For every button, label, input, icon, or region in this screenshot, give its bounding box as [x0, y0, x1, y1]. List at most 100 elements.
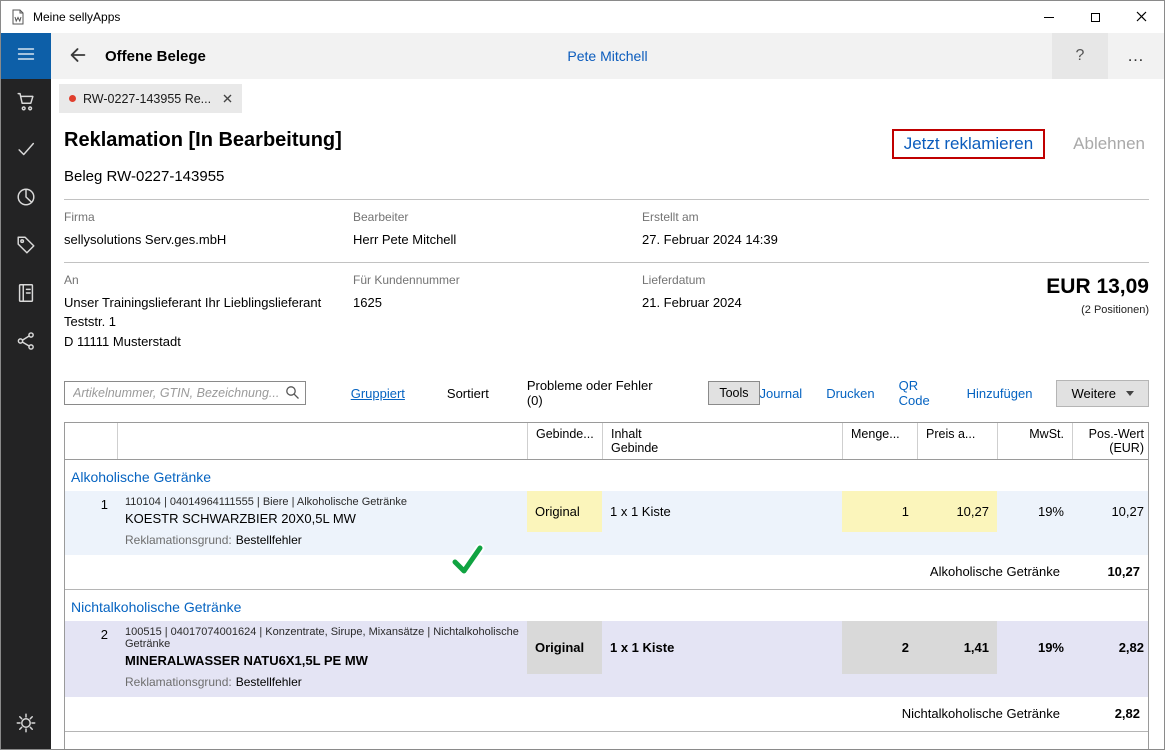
- tab-close-icon[interactable]: [223, 94, 232, 103]
- document-header: Reklamation [In Bearbeitung] Jetzt rekla…: [64, 129, 1149, 159]
- sidebar-item-pricing[interactable]: [1, 223, 51, 271]
- preis-cell[interactable]: 10,27: [917, 491, 997, 532]
- row-number: 1: [65, 491, 117, 532]
- user-name[interactable]: Pete Mitchell: [567, 48, 647, 64]
- tag-icon: [15, 234, 37, 261]
- info-kundennummer: Für Kundennummer 1625: [353, 273, 642, 352]
- close-button[interactable]: [1118, 1, 1164, 33]
- table-row[interactable]: 1 110104 | 04014964111555 | Biere | Alko…: [65, 491, 1148, 532]
- firma-label: Firma: [64, 210, 353, 224]
- help-button[interactable]: ?: [1052, 33, 1108, 79]
- grund-label: Reklamationsgrund:: [125, 533, 232, 547]
- lieferdatum-value: 21. Februar 2024: [642, 293, 1046, 313]
- cart-icon: [15, 90, 37, 117]
- info-erstellt: Erstellt am 27. Februar 2024 14:39: [642, 210, 1149, 250]
- sidebar-item-share[interactable]: [1, 319, 51, 367]
- erstellt-label: Erstellt am: [642, 210, 1149, 224]
- back-arrow-icon: [67, 44, 89, 69]
- header-inhalt[interactable]: InhaltGebinde: [602, 423, 842, 459]
- kundennummer-value: 1625: [353, 293, 642, 313]
- firma-value: sellysolutions Serv.ges.mbH: [64, 230, 353, 250]
- article-name: MINERALWASSER NATU6X1,5L PE MW: [125, 653, 519, 668]
- sidebar-item-tasks[interactable]: [1, 127, 51, 175]
- info-row-1: Firma sellysolutions Serv.ges.mbH Bearbe…: [64, 200, 1149, 262]
- total-amount: EUR 13,09: [1046, 275, 1149, 299]
- header-menge[interactable]: Menge...: [842, 423, 917, 459]
- unsaved-dot-icon: [69, 95, 76, 102]
- bearbeiter-label: Bearbeiter: [353, 210, 642, 224]
- info-row-2: An Unser Trainingslieferant Ihr Liebling…: [64, 263, 1149, 364]
- items-table: Gebinde... InhaltGebinde Menge... Preis …: [64, 422, 1149, 750]
- header-num: [65, 423, 117, 459]
- maximize-icon: [1091, 13, 1100, 22]
- group-subtotal: 2,82: [1068, 706, 1148, 721]
- header-description: [117, 423, 527, 459]
- gebinde-cell[interactable]: Original: [527, 491, 602, 532]
- tab-label: RW-0227-143955 Re...: [83, 92, 211, 106]
- preis-cell[interactable]: 1,41: [917, 621, 997, 674]
- title-bar: Meine sellyApps: [1, 1, 1164, 33]
- probleme-link[interactable]: Probleme oder Fehler (0): [527, 378, 669, 408]
- gear-icon: [15, 712, 37, 739]
- pie-chart-icon: [15, 186, 37, 213]
- items-toolbar: Gruppiert Sortiert Probleme oder Fehler …: [64, 378, 1149, 408]
- weitere-button[interactable]: Weitere: [1056, 380, 1149, 407]
- back-button[interactable]: [63, 41, 93, 71]
- table-row-selected[interactable]: 2 100515 | 04017074001624 | Konzentrate,…: [65, 621, 1148, 674]
- tab-document[interactable]: RW-0227-143955 Re...: [59, 84, 242, 113]
- toolbar-right: Journal Drucken QR Code Hinzufügen Weite…: [760, 378, 1149, 408]
- more-options-button[interactable]: …: [1108, 33, 1164, 79]
- menge-cell[interactable]: 2: [842, 621, 917, 674]
- group-footer-name: Nichtalkoholische Getränke: [902, 706, 1060, 721]
- sortiert-link[interactable]: Sortiert: [447, 386, 489, 401]
- sidebar-item-journal[interactable]: [1, 271, 51, 319]
- sidebar-item-cart[interactable]: [1, 79, 51, 127]
- document-title: Reklamation [In Bearbeitung]: [64, 129, 342, 152]
- gruppiert-link[interactable]: Gruppiert: [351, 386, 405, 401]
- hinzufuegen-link[interactable]: Hinzufügen: [967, 386, 1033, 401]
- info-lieferdatum: Lieferdatum 21. Februar 2024: [642, 273, 1046, 352]
- search-icon: [285, 385, 300, 403]
- gebinde-cell[interactable]: Original: [527, 621, 602, 674]
- window-title: Meine sellyApps: [33, 10, 120, 24]
- sidebar-item-statistics[interactable]: [1, 175, 51, 223]
- header-actions: ? …: [1052, 33, 1164, 79]
- tools-button[interactable]: Tools: [708, 381, 759, 405]
- drucken-link[interactable]: Drucken: [826, 386, 874, 401]
- group-header-alkoholische[interactable]: Alkoholische Getränke: [65, 460, 1148, 491]
- main-content: Reklamation [In Bearbeitung] Jetzt rekla…: [51, 113, 1164, 749]
- jetzt-reklamieren-button[interactable]: Jetzt reklamieren: [892, 129, 1045, 159]
- header-preis[interactable]: Preis a...: [917, 423, 997, 459]
- group-header-nichtalkoholische[interactable]: Nichtalkoholische Getränke: [65, 590, 1148, 621]
- maximize-button[interactable]: [1072, 1, 1118, 33]
- header-wert[interactable]: Pos.-Wert(EUR): [1072, 423, 1152, 459]
- sidebar-item-menu[interactable]: [1, 33, 51, 79]
- inhalt-cell: 1 x 1 Kiste: [602, 491, 842, 532]
- ablehnen-button[interactable]: Ablehnen: [1073, 134, 1149, 154]
- header-mwst[interactable]: MwSt.: [997, 423, 1072, 459]
- lieferdatum-label: Lieferdatum: [642, 273, 1046, 287]
- menge-cell[interactable]: 1: [842, 491, 917, 532]
- search-wrap: [64, 381, 306, 405]
- tab-bar: RW-0227-143955 Re...: [51, 79, 1164, 113]
- group-footer-nichtalkoholische: Nichtalkoholische Getränke 2,82: [65, 697, 1148, 732]
- search-input[interactable]: [64, 381, 306, 405]
- header-gebinde[interactable]: Gebinde...: [527, 423, 602, 459]
- header-bar: Offene Belege Pete Mitchell ? …: [51, 33, 1164, 79]
- app-icon: [10, 9, 26, 25]
- qr-code-link[interactable]: QR Code: [899, 378, 943, 408]
- article-name: KOESTR SCHWARZBIER 20X0,5L MW: [125, 511, 519, 526]
- article-meta: 100515 | 04017074001624 | Konzentrate, S…: [125, 626, 519, 650]
- total-block: EUR 13,09 (2 Positionen): [1046, 273, 1149, 352]
- journal-icon: [15, 282, 37, 309]
- journal-link[interactable]: Journal: [760, 386, 803, 401]
- erstellt-value: 27. Februar 2024 14:39: [642, 230, 1149, 250]
- window-controls: [1026, 1, 1164, 33]
- sidebar-spacer: [1, 367, 51, 701]
- minimize-button[interactable]: [1026, 1, 1072, 33]
- group-subtotal: 10,27: [1068, 564, 1148, 579]
- info-firma: Firma sellysolutions Serv.ges.mbH: [64, 210, 353, 250]
- positions-count: (2 Positionen): [1046, 304, 1149, 316]
- sidebar-item-settings[interactable]: [1, 701, 51, 749]
- document-subtitle: Beleg RW-0227-143955: [64, 168, 1149, 185]
